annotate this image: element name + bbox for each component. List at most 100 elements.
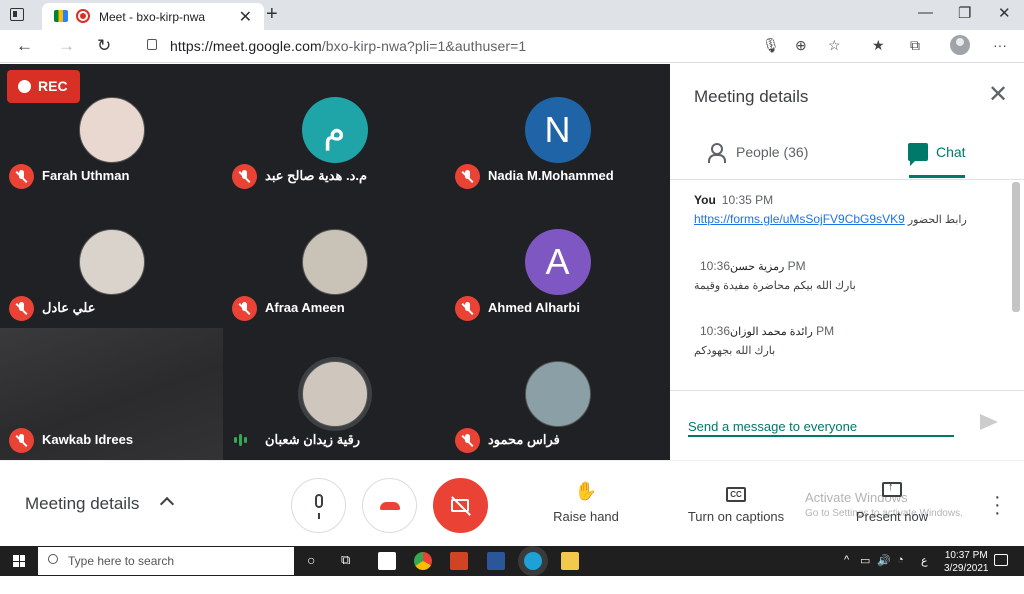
show-hidden-icons-icon[interactable]: ^ — [844, 554, 849, 566]
message-sender: You 10:35 PM — [694, 193, 773, 207]
recording-indicator-icon — [76, 9, 90, 23]
microphone-button[interactable] — [291, 478, 346, 533]
favorites-icon[interactable]: ★ — [872, 37, 885, 54]
recording-badge: REC — [7, 70, 80, 103]
close-tab-icon[interactable]: ✕ — [239, 7, 252, 27]
chat-compose — [670, 390, 1024, 460]
participant-tile[interactable]: رقية زيدان شعبان — [223, 328, 446, 460]
chat-icon[interactable] — [908, 143, 928, 166]
people-icon[interactable] — [708, 143, 730, 163]
message-body: رابط الحضور — [907, 214, 967, 226]
captions-button[interactable]: CC Turn on captions — [680, 481, 792, 524]
window-menu-icon[interactable] — [10, 8, 24, 21]
participant-tile[interactable]: فراس محمود — [446, 328, 669, 460]
participant-photo — [524, 361, 591, 427]
participant-tile[interactable]: A Ahmed Alharbi — [446, 196, 669, 328]
microphone-permission-icon[interactable]: 🎙 — [762, 37, 780, 54]
participant-name: Farah Uthman — [42, 168, 130, 183]
participant-name: فراس محمود — [488, 432, 560, 447]
collections-icon[interactable]: ⧉ — [910, 37, 920, 54]
participant-tile[interactable]: علي عادل — [0, 196, 223, 328]
meeting-details-toggle[interactable]: Meeting details — [25, 494, 139, 514]
tab-people[interactable]: People (36) — [736, 144, 808, 160]
hang-up-icon — [380, 502, 400, 510]
taskbar-clock[interactable]: 10:37 PM 3/29/2021 — [944, 549, 989, 575]
network-icon[interactable]: ◔ — [897, 554, 904, 566]
microphone-icon — [315, 494, 323, 519]
taskbar-search-box[interactable]: Type here to search — [38, 547, 294, 575]
url-field[interactable]: https://meet.google.com/bxo-kirp-nwa?pli… — [170, 38, 526, 54]
participant-tile[interactable]: N Nadia M.Mohammed — [446, 64, 669, 196]
participant-name: Afraa Ameen — [265, 300, 345, 315]
message-sender: رمزية حسن10:36 PM — [694, 259, 806, 273]
cortana-icon[interactable]: ○ — [307, 552, 315, 568]
active-tab-indicator — [909, 175, 965, 178]
message-sender-name: رائدة محمد الوزان — [730, 326, 813, 338]
more-options-icon[interactable]: · · · — [994, 487, 1001, 523]
more-menu-icon[interactable]: ··· — [993, 37, 1007, 53]
present-label: Present now — [855, 509, 929, 524]
participant-name: Kawkab Idrees — [42, 432, 134, 447]
notifications-icon[interactable] — [994, 554, 1008, 566]
muted-mic-icon — [9, 164, 34, 189]
windows-start-icon[interactable] — [13, 555, 25, 567]
volume-icon[interactable]: 🔊 — [877, 554, 891, 567]
tab-chat[interactable]: Chat — [936, 144, 966, 160]
minimize-button[interactable]: — — [918, 4, 933, 21]
meet-favicon-icon — [54, 10, 68, 22]
leave-call-button[interactable] — [362, 478, 417, 533]
bottom-margin — [0, 576, 1024, 594]
screen: Meet - bxo-kirp-nwa ✕ + — ❐ ✕ ← → ↻ http… — [0, 0, 1024, 594]
chat-messages: You 10:35 PM https://forms.gle/uMsSojFV9C… — [670, 180, 1012, 390]
raise-hand-button[interactable]: ✋ Raise hand — [548, 481, 624, 524]
muted-mic-icon — [232, 296, 257, 321]
url-path: /bxo-kirp-nwa?pli=1&authuser=1 — [321, 38, 527, 54]
participant-initial-avatar: A — [524, 229, 591, 295]
message-body: بارك الله بيكم محاضرة مفيدة وقيمة — [694, 280, 856, 292]
maximize-button[interactable]: ❐ — [958, 4, 971, 22]
send-icon[interactable] — [980, 414, 998, 430]
meeting-details-panel: Meeting details ✕ People (36) Chat You 10… — [670, 64, 1024, 460]
chat-scrollbar[interactable] — [1012, 182, 1020, 312]
chat-message-input[interactable] — [688, 417, 954, 437]
chrome-icon[interactable] — [414, 552, 432, 570]
muted-mic-icon — [232, 164, 257, 189]
lock-icon[interactable] — [147, 39, 157, 50]
message-sender-name: You — [694, 193, 716, 207]
word-icon[interactable] — [487, 552, 505, 570]
meeting-controls-bar: Meeting details ✋ Raise hand CC Turn on … — [0, 460, 1024, 546]
chevron-up-icon[interactable] — [159, 496, 175, 512]
new-tab-button[interactable]: + — [266, 3, 278, 26]
participant-initial-avatar: N — [524, 97, 591, 163]
participant-tile[interactable]: Afraa Ameen — [223, 196, 446, 328]
battery-icon[interactable]: ▭ — [860, 554, 870, 567]
store-icon[interactable] — [378, 552, 396, 570]
participant-tile[interactable]: م م.د. هدية صالح عبد — [223, 64, 446, 196]
camera-button[interactable] — [433, 478, 488, 533]
app-icon[interactable] — [450, 552, 468, 570]
participant-photo — [301, 361, 368, 427]
message-link[interactable]: https://forms.gle/uMsSojFV9CbG9sVK9 — [694, 212, 905, 226]
message-sender: رائدة محمد الوزان10:36 PM — [694, 324, 834, 338]
message-sender-name: رمزية حسن — [730, 261, 785, 273]
participant-photo — [78, 229, 145, 295]
present-now-button[interactable]: Present now — [850, 481, 934, 524]
clock-date: 3/29/2021 — [944, 563, 989, 574]
browser-tab-meet[interactable]: Meet - bxo-kirp-nwa ✕ — [42, 3, 264, 30]
reload-icon[interactable]: ↻ — [97, 36, 111, 56]
forward-icon[interactable]: → — [58, 36, 75, 56]
zoom-icon[interactable]: ⊕ — [795, 37, 807, 54]
input-language[interactable]: ع — [921, 554, 928, 567]
participant-video-tile[interactable]: Kawkab Idrees — [0, 328, 223, 460]
task-view-icon[interactable]: ⧉ — [341, 552, 350, 568]
back-icon[interactable]: ← — [16, 36, 33, 56]
raise-hand-label: Raise hand — [553, 509, 619, 524]
participant-name: م.د. هدية صالح عبد — [265, 168, 368, 183]
close-panel-icon[interactable]: ✕ — [988, 80, 1008, 109]
profile-avatar-icon[interactable] — [950, 35, 970, 55]
favorite-star-icon[interactable]: ☆ — [828, 37, 841, 54]
edge-icon[interactable] — [524, 552, 542, 570]
close-window-button[interactable]: ✕ — [998, 4, 1011, 22]
message-text: https://forms.gle/uMsSojFV9CbG9sVK9 رابط… — [694, 212, 967, 226]
file-explorer-icon[interactable] — [561, 552, 579, 570]
